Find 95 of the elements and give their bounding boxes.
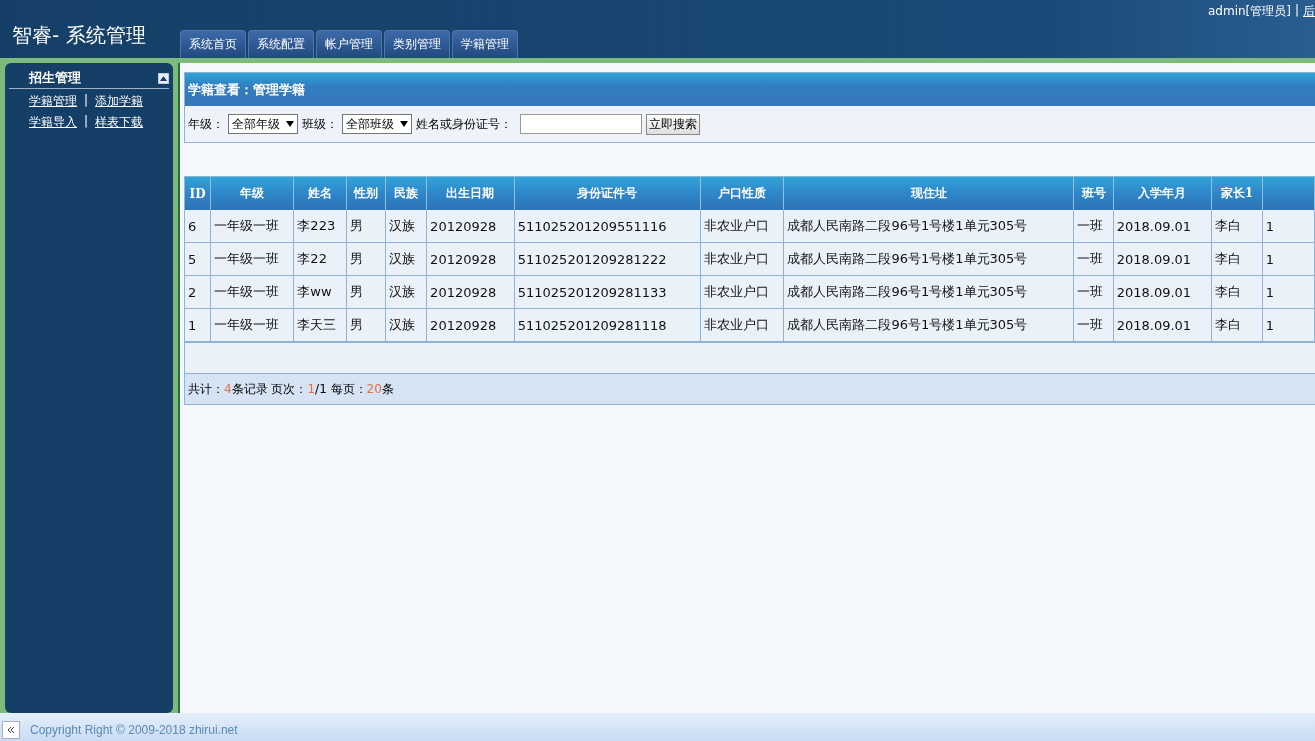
table-cell: 汉族 <box>385 242 427 276</box>
table-cell: 5 <box>185 242 211 276</box>
column-header: 年级 <box>210 177 294 210</box>
separator-text: | <box>84 114 89 130</box>
table-cell: 511025201209281118 <box>514 308 701 342</box>
table-cell: 李白 <box>1211 308 1263 342</box>
table-cell: 一班 <box>1073 275 1114 309</box>
table-cell: 2018.09.01 <box>1113 275 1212 309</box>
table-cell: 非农业户口 <box>700 275 784 309</box>
table-cell: 非农业户口 <box>700 242 784 276</box>
table-cell: 成都人民南路二段96号1号楼1单元305号 <box>784 275 1074 309</box>
nav-tab[interactable]: 帐户管理 <box>316 30 382 58</box>
column-header: ID <box>185 177 211 210</box>
search-button[interactable]: 立即搜索 <box>646 113 700 135</box>
column-header: 现住址 <box>784 177 1074 210</box>
panel-title: 学籍查看：管理学籍 <box>185 73 1315 106</box>
table-cell: 非农业户口 <box>700 308 784 342</box>
sidebar-link[interactable]: 样表下载 <box>95 114 144 131</box>
table-cell: 一年级一班 <box>210 242 294 276</box>
double-chevron-icon <box>6 724 16 735</box>
table-cell: 李ww <box>293 275 347 309</box>
table-cell: 一年级一班 <box>210 210 294 243</box>
table-cell: 成都人民南路二段96号1号楼1单元305号 <box>784 210 1074 243</box>
column-header: 户口性质 <box>700 177 784 210</box>
header-link[interactable]: 后 <box>1303 3 1315 20</box>
table-cell: 一年级一班 <box>210 275 294 309</box>
table-cell: 男 <box>346 308 386 342</box>
table-cell: 一班 <box>1073 242 1114 276</box>
column-header: 民族 <box>385 177 427 210</box>
class-select[interactable]: 全部班级 <box>342 114 412 134</box>
table-cell: 1 <box>1262 210 1315 243</box>
table-cell: 2 <box>185 275 211 309</box>
table-cell: 1 <box>1262 275 1315 309</box>
table-cell: 男 <box>346 242 386 276</box>
table-cell: 李白 <box>1211 210 1263 243</box>
table-cell: 511025201209281133 <box>514 275 701 309</box>
table-cell: 20120928 <box>426 242 515 276</box>
table-cell: 李天三 <box>293 308 347 342</box>
table-cell: 非农业户口 <box>700 210 784 243</box>
column-header: 身份证件号 <box>514 177 701 210</box>
table-cell: 1 <box>1262 308 1315 342</box>
table-cell: 20120928 <box>426 210 515 243</box>
sidebar-link[interactable]: 添加学籍 <box>95 93 144 110</box>
column-header: 入学年月 <box>1113 177 1212 210</box>
table-cell: 汉族 <box>385 275 427 309</box>
pagination-text: 共计：4条记录 页次：1/1 每页：20条 <box>185 373 1315 404</box>
table-cell: 2018.09.01 <box>1113 242 1212 276</box>
caret-icon <box>400 121 408 127</box>
search-field[interactable] <box>520 114 642 134</box>
table-cell: 李白 <box>1211 275 1263 309</box>
separator-text: | <box>1294 3 1299 19</box>
table-cell: 男 <box>346 275 386 309</box>
table-cell: 男 <box>346 210 386 243</box>
app-title: 智睿- 系统管理 <box>11 22 147 49</box>
column-header: 姓名 <box>293 177 347 210</box>
table-cell: 成都人民南路二段96号1号楼1单元305号 <box>784 308 1074 342</box>
collapse-left-button[interactable] <box>2 720 20 739</box>
separator-text: | <box>84 93 89 109</box>
collapse-icon[interactable] <box>158 72 169 84</box>
table-cell: 汉族 <box>385 210 427 243</box>
table-cell: 李22 <box>293 242 347 276</box>
table-cell: 一班 <box>1073 308 1114 342</box>
table-cell: 6 <box>185 210 211 243</box>
table-cell: 511025201209551116 <box>514 210 701 243</box>
copyright-text: Copyright Right © 2009-2018 zhirui.net <box>30 722 238 737</box>
search-label: 姓名或身份证号： <box>416 115 512 133</box>
table-cell: 李白 <box>1211 242 1263 276</box>
class-label: 班级： <box>302 115 338 133</box>
nav-tab[interactable]: 学籍管理 <box>452 30 518 58</box>
table-cell: 成都人民南路二段96号1号楼1单元305号 <box>784 242 1074 276</box>
sidebar-link[interactable]: 学籍导入 <box>29 114 77 131</box>
table-cell: 20120928 <box>426 308 515 342</box>
nav-tab[interactable]: 系统配置 <box>248 30 314 58</box>
column-header: 出生日期 <box>426 177 515 210</box>
caret-icon <box>286 121 294 127</box>
table-cell: 20120928 <box>426 275 515 309</box>
column-header: 家长1 <box>1211 177 1263 210</box>
column-header: 性别 <box>346 177 386 210</box>
table-cell: 李223 <box>293 210 347 243</box>
user-name: admin[管理员] <box>1208 3 1291 20</box>
table-cell: 1 <box>185 308 211 342</box>
column-header: 班号 <box>1073 177 1114 210</box>
table-cell: 511025201209281222 <box>514 242 701 276</box>
table-cell: 一班 <box>1073 210 1114 243</box>
grade-label: 年级： <box>188 115 224 133</box>
nav-tab[interactable]: 类别管理 <box>384 30 450 58</box>
table-cell: 一年级一班 <box>210 308 294 342</box>
table-cell: 2018.09.01 <box>1113 308 1212 342</box>
nav-tab[interactable]: 系统首页 <box>180 30 246 58</box>
table-cell: 1 <box>1262 242 1315 276</box>
sidebar-title: 招生管理 <box>29 69 81 87</box>
grade-select[interactable]: 全部年级 <box>228 114 298 134</box>
sidebar-link[interactable]: 学籍管理 <box>29 93 77 110</box>
table-cell: 汉族 <box>385 308 427 342</box>
table-cell: 2018.09.01 <box>1113 210 1212 243</box>
